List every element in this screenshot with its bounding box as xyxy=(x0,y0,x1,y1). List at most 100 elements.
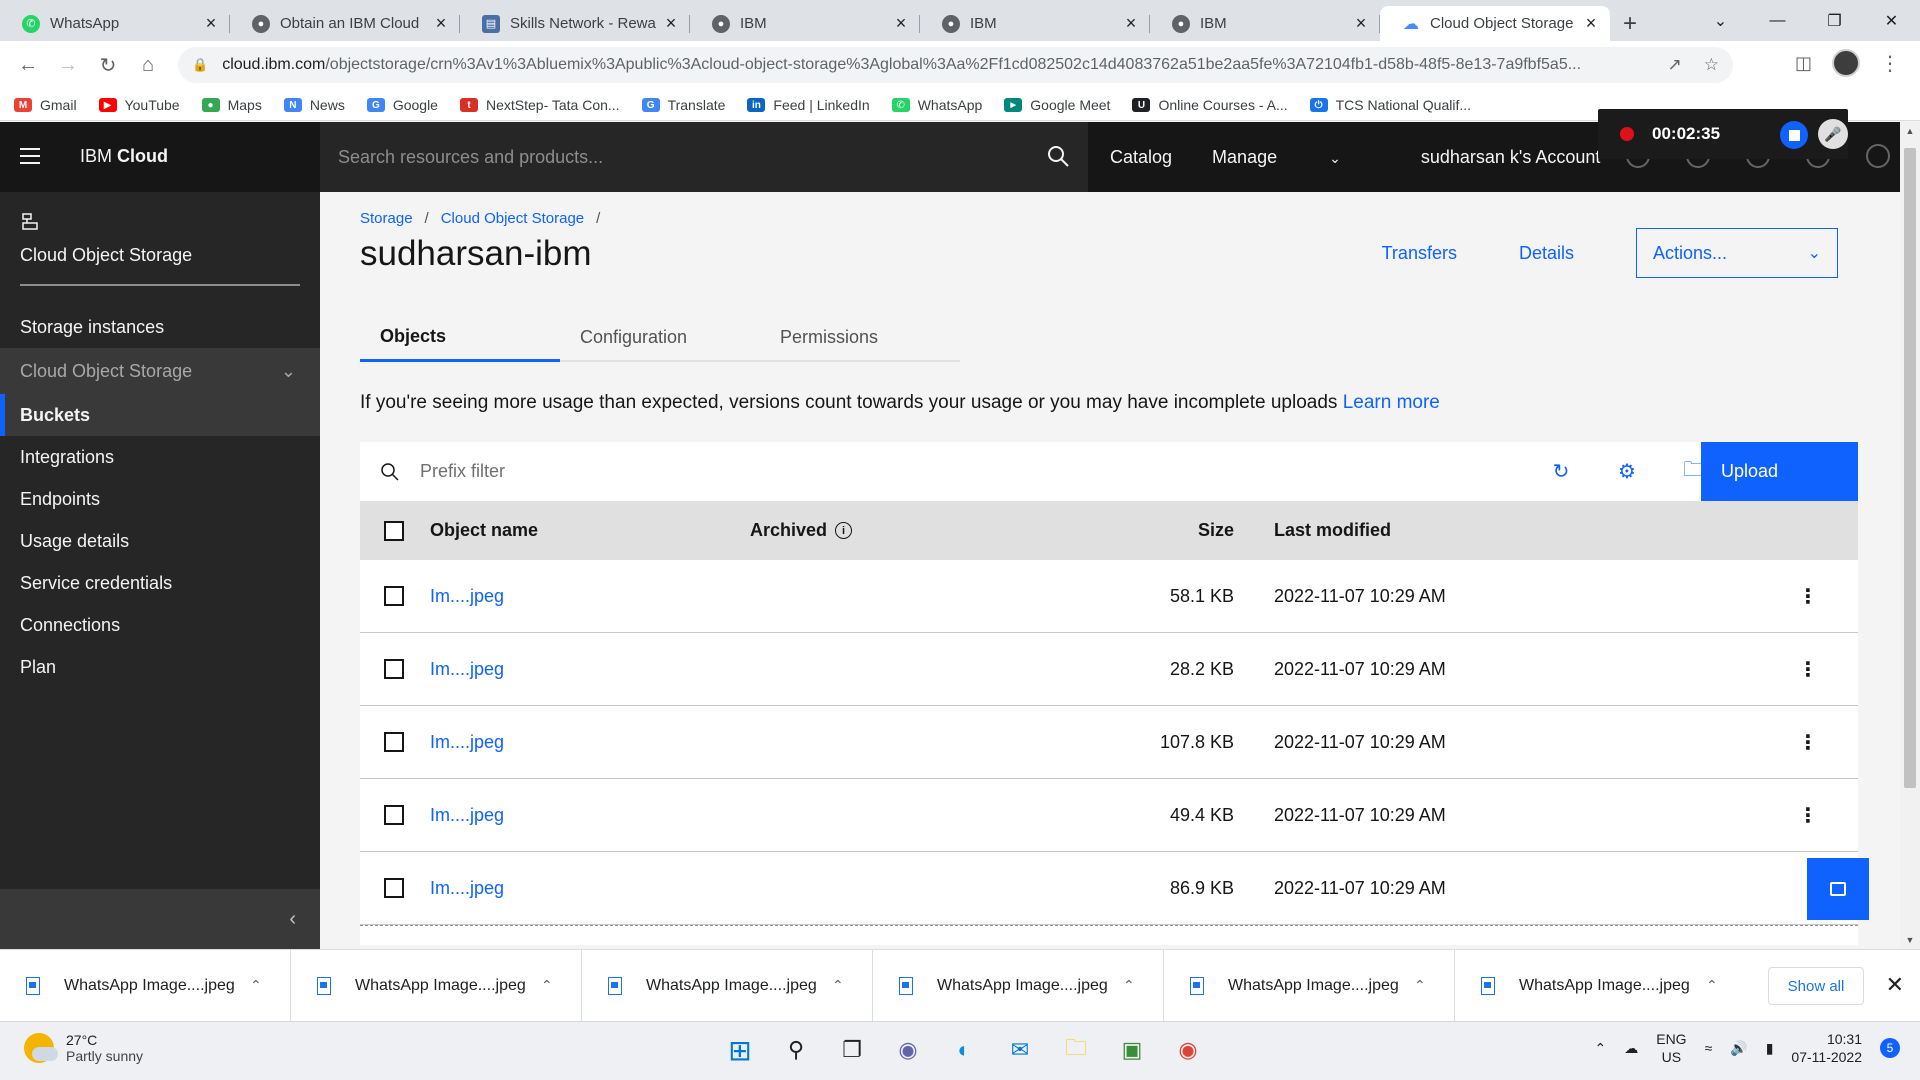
download-item[interactable]: WhatsApp Image....jpeg ⌃ xyxy=(1164,949,1455,1022)
tab-search-icon[interactable]: ⌄ xyxy=(1692,11,1749,31)
bookmark-google-meet[interactable]: ► Google Meet xyxy=(1004,97,1110,113)
stop-recording-button[interactable] xyxy=(1780,121,1808,149)
actions-dropdown[interactable]: Actions... ⌄ xyxy=(1636,228,1838,278)
row-checkbox[interactable] xyxy=(384,878,404,898)
file-explorer-icon[interactable]: 🗀 xyxy=(1058,1030,1094,1070)
browser-tab[interactable]: ● IBM × xyxy=(690,6,920,41)
bookmark-maps[interactable]: ● Maps xyxy=(201,97,262,113)
view-settings-icon[interactable]: ⚙ xyxy=(1612,457,1642,487)
sidebar-collapse-button[interactable]: ‹ xyxy=(0,889,320,949)
object-name-link[interactable]: Im....jpeg xyxy=(430,805,504,825)
row-checkbox[interactable] xyxy=(384,659,404,679)
browser-tab[interactable]: ▤ Skills Network - Rewa × xyxy=(460,6,690,41)
windows-start-icon[interactable]: ⊞ xyxy=(722,1030,758,1070)
tab-permissions[interactable]: Permissions xyxy=(760,314,960,362)
chevron-up-icon[interactable]: ⌃ xyxy=(832,977,872,994)
bookmark-whatsapp[interactable]: ✆ WhatsApp xyxy=(891,97,982,113)
profile-avatar[interactable] xyxy=(1832,49,1860,77)
sidebar-item-connections[interactable]: Connections xyxy=(0,604,320,646)
new-tab-button[interactable]: + xyxy=(1610,6,1650,41)
download-item[interactable]: WhatsApp Image....jpeg ⌃ xyxy=(873,949,1164,1022)
catalog-link[interactable]: Catalog xyxy=(1110,147,1172,168)
scroll-down-icon[interactable]: ▼ xyxy=(1900,935,1920,945)
bookmark-translate[interactable]: G Translate xyxy=(641,97,725,113)
reload-icon[interactable]: ↻ xyxy=(88,46,128,86)
scroll-up-icon[interactable]: ▲ xyxy=(1900,126,1920,136)
browser-tab[interactable]: ● IBM × xyxy=(1150,6,1380,41)
overflow-menu-icon[interactable]: ⋮ xyxy=(1654,657,1858,682)
refresh-icon[interactable]: ↻ xyxy=(1546,457,1576,487)
brand-logo[interactable]: IBM Cloud xyxy=(80,146,168,167)
download-item[interactable]: WhatsApp Image....jpeg ⌃ xyxy=(1455,950,1746,1022)
minimize-icon[interactable]: — xyxy=(1749,12,1806,30)
teams-chat-icon[interactable]: ◉ xyxy=(890,1030,926,1070)
row-checkbox[interactable] xyxy=(384,732,404,752)
sidebar-item-storage-instances[interactable]: Storage instances xyxy=(0,306,320,348)
close-download-shelf-icon[interactable]: ✕ xyxy=(1886,972,1904,998)
object-name-link[interactable]: Im....jpeg xyxy=(430,659,504,679)
scrollbar-thumb[interactable] xyxy=(1904,148,1916,788)
row-checkbox[interactable] xyxy=(384,805,404,825)
volume-icon[interactable]: 🔊 xyxy=(1730,1040,1747,1057)
show-all-downloads-button[interactable]: Show all xyxy=(1768,967,1864,1005)
photos-icon[interactable]: ▣ xyxy=(1114,1030,1150,1070)
chevron-up-icon[interactable]: ⌃ xyxy=(541,977,581,994)
manage-menu[interactable]: Manage ⌄ xyxy=(1212,147,1381,168)
info-icon[interactable]: i xyxy=(835,522,853,539)
close-tab-icon[interactable]: × xyxy=(432,13,450,34)
bookmark-online-courses[interactable]: U Online Courses - A... xyxy=(1132,97,1288,113)
chevron-up-icon[interactable]: ⌃ xyxy=(1123,977,1163,994)
breadcrumb-storage[interactable]: Storage xyxy=(360,210,413,227)
details-link[interactable]: Details xyxy=(1519,243,1574,264)
user-icon[interactable] xyxy=(1866,144,1890,168)
tab-objects[interactable]: Objects xyxy=(360,314,560,362)
search-icon[interactable] xyxy=(1046,144,1070,168)
close-tab-icon[interactable]: × xyxy=(892,13,910,34)
lock-icon[interactable]: 🔒 xyxy=(192,57,208,73)
bookmark-youtube[interactable]: ▶ YouTube xyxy=(98,97,180,113)
bookmark-star-icon[interactable]: ☆ xyxy=(1704,55,1719,75)
search-icon[interactable]: ⚲ xyxy=(778,1030,814,1070)
prefix-filter-input[interactable] xyxy=(420,461,1420,482)
share-icon[interactable]: ↗ xyxy=(1668,55,1682,75)
chevron-up-icon[interactable]: ⌃ xyxy=(250,977,290,994)
close-tab-icon[interactable]: × xyxy=(1352,13,1370,34)
bookmark-news[interactable]: N News xyxy=(283,97,345,113)
onedrive-icon[interactable]: ☁ xyxy=(1624,1040,1638,1057)
browser-tab[interactable]: ● IBM × xyxy=(920,6,1150,41)
sidebar-item-integrations[interactable]: Integrations xyxy=(0,436,320,478)
object-name-link[interactable]: Im....jpeg xyxy=(430,586,504,606)
close-tab-icon[interactable]: × xyxy=(1582,13,1600,34)
browser-tab-active[interactable]: ☁ Cloud Object Storage × xyxy=(1380,6,1610,41)
clock[interactable]: 10:31 07-11-2022 xyxy=(1791,1030,1862,1066)
chevron-up-icon[interactable]: ⌃ xyxy=(1706,977,1746,994)
bookmark-google[interactable]: G Google xyxy=(366,97,438,113)
overflow-menu-icon[interactable]: ⋮ xyxy=(1654,730,1858,755)
close-window-icon[interactable]: ✕ xyxy=(1863,11,1920,31)
edge-icon[interactable]: ◐ xyxy=(946,1030,982,1070)
close-tab-icon[interactable]: × xyxy=(1122,13,1140,34)
object-name-link[interactable]: Im....jpeg xyxy=(430,732,504,752)
sidebar-item-buckets[interactable]: Buckets xyxy=(0,394,320,436)
hamburger-menu-icon[interactable] xyxy=(20,148,40,164)
object-name-link[interactable]: Im....jpeg xyxy=(430,878,504,898)
side-panel-icon[interactable]: ◫ xyxy=(1795,53,1812,74)
weather-widget[interactable]: 27°C Partly sunny xyxy=(24,1032,143,1064)
breadcrumb-cloud-object-storage[interactable]: Cloud Object Storage xyxy=(441,210,584,227)
download-item[interactable]: WhatsApp Image....jpeg ⌃ xyxy=(582,949,873,1022)
sidebar-section-cloud-object-storage[interactable]: Cloud Object Storage ⌄ xyxy=(0,348,320,394)
upload-button[interactable]: Upload xyxy=(1701,442,1858,501)
browser-tab[interactable]: ✆ WhatsApp × xyxy=(0,6,230,41)
download-item[interactable]: WhatsApp Image....jpeg ⌃ xyxy=(291,949,582,1022)
sidebar-item-endpoints[interactable]: Endpoints xyxy=(0,478,320,520)
overflow-menu-icon[interactable]: ⋮ xyxy=(1654,584,1858,609)
chat-support-button[interactable] xyxy=(1807,858,1869,920)
bookmark-linkedin[interactable]: in Feed | LinkedIn xyxy=(747,97,870,113)
battery-icon[interactable]: ▮ xyxy=(1766,1040,1774,1057)
task-view-icon[interactable]: ❐ xyxy=(834,1030,870,1070)
url-bar[interactable]: 🔒 cloud.ibm.com/objectstorage/crn%3Av1%3… xyxy=(178,47,1733,83)
download-item[interactable]: WhatsApp Image....jpeg ⌃ xyxy=(0,949,291,1022)
bookmark-gmail[interactable]: M Gmail xyxy=(14,97,77,113)
chevron-up-icon[interactable]: ⌃ xyxy=(1414,977,1454,994)
bookmark-nextstep[interactable]: t NextStep- Tata Con... xyxy=(459,97,620,113)
